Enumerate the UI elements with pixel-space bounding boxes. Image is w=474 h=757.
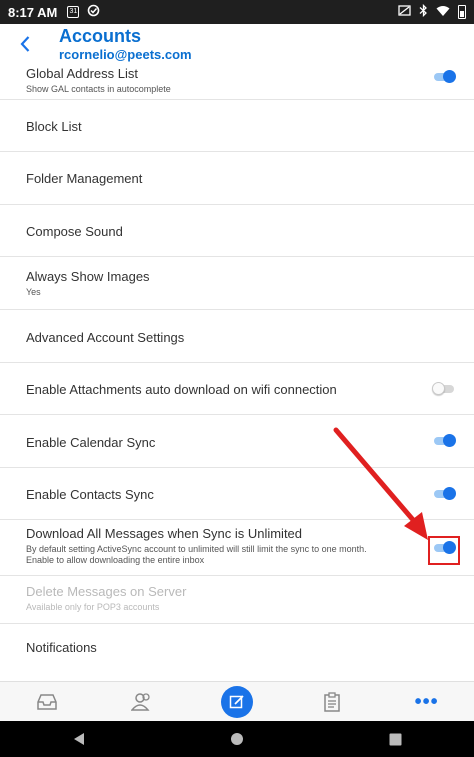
setting-advanced-account[interactable]: Advanced Account Settings: [0, 310, 474, 363]
cast-icon: [398, 4, 411, 20]
bluetooth-icon: [419, 3, 428, 20]
contacts-sync-toggle[interactable]: [434, 487, 456, 500]
setting-label: Enable Attachments auto download on wifi…: [26, 382, 337, 397]
bottom-tab-bar: •••: [0, 681, 474, 721]
setting-description: Show GAL contacts in autocomplete: [26, 84, 171, 94]
setting-delete-messages-server: Delete Messages on Server Available only…: [0, 576, 474, 624]
tab-more[interactable]: •••: [407, 684, 447, 720]
calendar-icon: 31: [67, 6, 80, 18]
sync-icon: [87, 4, 100, 20]
settings-list: Global Address List Show GAL contacts in…: [0, 60, 474, 676]
attachments-toggle[interactable]: [432, 382, 454, 395]
tab-compose[interactable]: [217, 684, 257, 720]
setting-description: Yes: [26, 287, 41, 297]
battery-icon: [458, 5, 466, 19]
tab-tasks[interactable]: [312, 684, 352, 720]
more-icon: •••: [414, 690, 439, 713]
setting-calendar-sync[interactable]: Enable Calendar Sync: [0, 415, 474, 468]
setting-description: By default setting ActiveSync account to…: [26, 544, 367, 565]
status-time: 8:17 AM: [8, 4, 58, 20]
setting-label: Advanced Account Settings: [26, 330, 185, 345]
nav-home-button[interactable]: [217, 724, 257, 754]
triangle-back-icon: [74, 733, 84, 745]
compose-button[interactable]: [220, 685, 253, 718]
calendar-sync-toggle[interactable]: [434, 434, 456, 447]
gal-toggle[interactable]: [434, 70, 456, 83]
setting-label: Compose Sound: [26, 224, 123, 239]
wifi-icon: [436, 5, 450, 20]
contacts-icon: [131, 692, 150, 711]
setting-folder-management[interactable]: Folder Management: [0, 152, 474, 205]
inbox-icon: [37, 693, 58, 710]
tasks-icon: [324, 691, 340, 712]
circle-home-icon: [231, 733, 243, 745]
tab-inbox[interactable]: [27, 684, 67, 720]
setting-global-address-list[interactable]: Global Address List Show GAL contacts in…: [0, 60, 474, 100]
nav-back-button[interactable]: [59, 724, 99, 754]
setting-label: Enable Contacts Sync: [26, 487, 154, 502]
setting-label: Global Address List: [26, 66, 139, 81]
setting-label: Block List: [26, 119, 82, 134]
setting-label: Folder Management: [26, 171, 143, 186]
setting-label: Notifications: [26, 640, 97, 655]
setting-description: Available only for POP3 accounts: [26, 602, 160, 612]
setting-compose-sound[interactable]: Compose Sound: [0, 205, 474, 257]
nav-recents-button[interactable]: [375, 724, 415, 754]
status-bar: 8:17 AM 31: [0, 0, 474, 24]
back-button[interactable]: [14, 30, 36, 58]
setting-download-all-messages[interactable]: Download All Messages when Sync is Unlim…: [0, 520, 474, 576]
annotation-highlight-box: [428, 536, 460, 565]
system-nav-bar: [0, 721, 474, 757]
setting-notifications[interactable]: Notifications: [0, 624, 474, 676]
setting-always-show-images[interactable]: Always Show Images Yes: [0, 257, 474, 310]
page-title: Accounts: [59, 26, 142, 46]
setting-label: Always Show Images: [26, 269, 150, 284]
setting-block-list[interactable]: Block List: [0, 100, 474, 152]
chevron-left-icon: [20, 36, 30, 52]
compose-icon: [229, 694, 244, 708]
tab-contacts[interactable]: [122, 684, 162, 720]
setting-label: Download All Messages when Sync is Unlim…: [26, 526, 303, 541]
square-recents-icon: [389, 733, 401, 745]
setting-contacts-sync[interactable]: Enable Contacts Sync: [0, 468, 474, 520]
setting-attachments-auto-download[interactable]: Enable Attachments auto download on wifi…: [0, 363, 474, 415]
setting-label: Delete Messages on Server: [26, 584, 187, 599]
setting-label: Enable Calendar Sync: [26, 435, 156, 450]
